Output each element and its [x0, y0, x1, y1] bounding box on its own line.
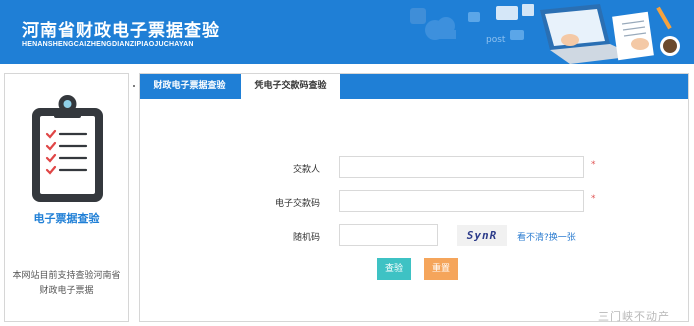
globe-icon [410, 8, 426, 24]
left-info-panel: 电子票据查验 本网站目前支持查验河南省财政电子票据 [4, 73, 129, 322]
tab-payment-code-check[interactable]: 凭电子交款码查验 [241, 74, 340, 100]
payer-input[interactable] [339, 156, 584, 178]
tab-fiscal-bill-check[interactable]: 财政电子票据查验 [140, 74, 239, 99]
header-banner: 河南省财政电子票据查验 HENANSHENGCAIZHENGDIANZIPIAO… [0, 0, 694, 64]
captcha-image[interactable]: SynR [457, 225, 507, 246]
random-code-input[interactable] [339, 224, 438, 246]
payment-code-input[interactable] [339, 190, 584, 212]
tab-bar: 财政电子票据查验 凭电子交款码查验 [140, 74, 688, 100]
random-code-label: 随机码 [292, 233, 320, 243]
payment-code-required-mark: * [591, 194, 596, 204]
left-panel-note: 本网站目前支持查验河南省财政电子票据 [12, 271, 121, 296]
payer-label: 交款人 [292, 165, 320, 175]
pencil-icon [656, 6, 672, 30]
clipboard-checklist-icon [32, 95, 103, 202]
watermark-text: 三门峡不动产 [598, 310, 670, 323]
site-title: 河南省财政电子票据查验 [22, 21, 220, 41]
payer-required-mark: * [591, 160, 596, 170]
main-query-panel: 财政电子票据查验 凭电子交款码查验 交款人 * 电子交款码 * 随机码 SynR… [139, 73, 689, 322]
reset-button[interactable]: 重置 [424, 258, 458, 280]
left-panel-title: 电子票据查验 [33, 212, 100, 225]
query-button[interactable]: 查验 [377, 258, 411, 280]
refresh-captcha-link[interactable]: 看不清?换一张 [517, 230, 576, 243]
site-subtitle: HENANSHENGCAIZHENGDIANZIPIAOJUCHAYAN [22, 41, 194, 48]
banner-art-text: post [486, 35, 506, 45]
payment-code-label: 电子交款码 [274, 199, 320, 209]
banner-illustration: post [410, 4, 680, 64]
bullet-dot [133, 85, 135, 87]
coffee-cup-icon [660, 36, 680, 56]
